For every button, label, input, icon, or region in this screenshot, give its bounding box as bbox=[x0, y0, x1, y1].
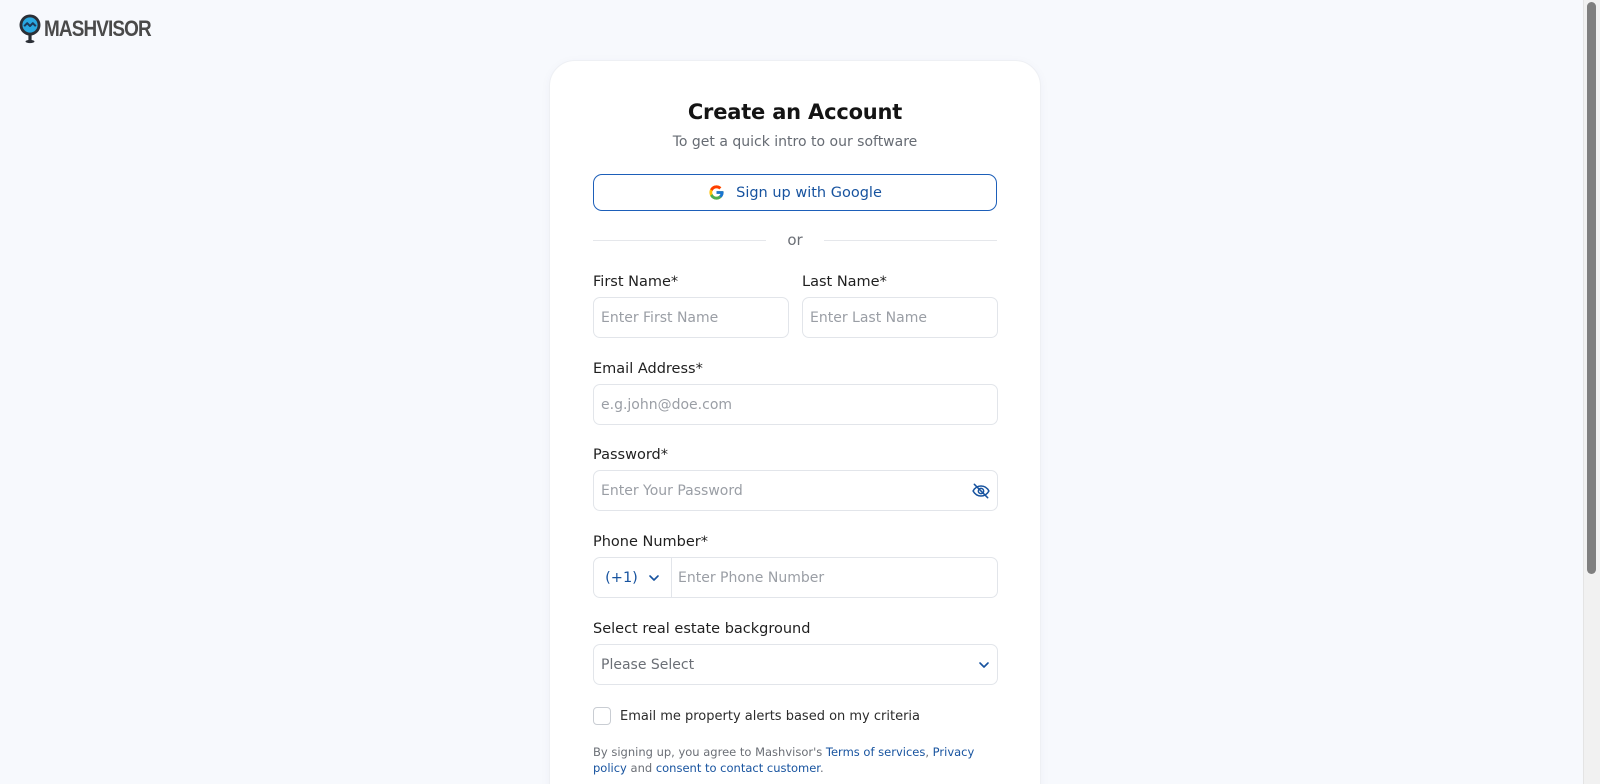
last-name-input[interactable] bbox=[803, 298, 997, 337]
background-label: Select real estate background bbox=[593, 621, 811, 637]
signup-card: Create an Account To get a quick intro t… bbox=[549, 60, 1041, 784]
phone-label: Phone Number* bbox=[593, 534, 709, 550]
password-input[interactable] bbox=[594, 471, 997, 510]
page-scrollbar[interactable] bbox=[1583, 0, 1600, 784]
country-code-value: (+1) bbox=[605, 569, 638, 586]
eye-off-icon[interactable] bbox=[971, 481, 991, 501]
chevron-down-icon bbox=[649, 574, 659, 581]
divider-text: or bbox=[787, 231, 803, 249]
signup-page: MASHVISOR Create an Account To get a qui… bbox=[0, 0, 1600, 784]
first-name-label: First Name* bbox=[593, 274, 679, 290]
background-select-value: Please Select bbox=[601, 656, 695, 673]
first-name-field bbox=[593, 297, 789, 338]
email-label: Email Address* bbox=[593, 361, 703, 377]
or-divider: or bbox=[593, 230, 998, 250]
divider-line-left bbox=[593, 239, 767, 241]
google-signup-button[interactable]: Sign up with Google bbox=[593, 174, 997, 211]
legal-text: By signing up, you agree to Mashvisor's … bbox=[593, 744, 997, 776]
alerts-checkbox-row: Email me property alerts based on my cri… bbox=[593, 707, 920, 725]
page-title: Create an Account bbox=[687, 100, 903, 124]
last-name-field bbox=[802, 297, 998, 338]
first-name-input[interactable] bbox=[594, 298, 788, 337]
email-input[interactable] bbox=[594, 385, 997, 424]
alerts-checkbox[interactable] bbox=[593, 707, 611, 725]
terms-link[interactable]: Terms of services bbox=[826, 745, 925, 759]
legal-period: . bbox=[819, 761, 824, 775]
background-select[interactable]: Please Select bbox=[593, 644, 998, 685]
legal-comma: , bbox=[925, 745, 930, 759]
phone-input[interactable] bbox=[671, 558, 997, 597]
mashvisor-logo-icon bbox=[19, 14, 41, 44]
legal-and: and bbox=[630, 761, 653, 775]
divider-line-right bbox=[823, 239, 998, 241]
phone-field: (+1) bbox=[593, 557, 998, 598]
scrollbar-thumb[interactable] bbox=[1587, 2, 1596, 574]
google-signup-label: Sign up with Google bbox=[736, 184, 882, 201]
logo-wordmark: MASHVISOR bbox=[44, 16, 152, 41]
country-code-select[interactable]: (+1) bbox=[594, 558, 672, 597]
logo[interactable]: MASHVISOR bbox=[19, 14, 168, 44]
email-field bbox=[593, 384, 998, 425]
phone-input-wrapper bbox=[671, 558, 997, 597]
consent-link[interactable]: consent to contact customer bbox=[656, 761, 820, 775]
legal-prefix: By signing up, you agree to Mashvisor's bbox=[593, 745, 823, 759]
password-field bbox=[593, 470, 998, 511]
page-subtitle: To get a quick intro to our software bbox=[672, 134, 918, 150]
password-label: Password* bbox=[593, 447, 668, 463]
chevron-down-icon bbox=[979, 661, 989, 668]
google-icon bbox=[709, 185, 724, 200]
alerts-checkbox-label[interactable]: Email me property alerts based on my cri… bbox=[620, 709, 920, 724]
last-name-label: Last Name* bbox=[802, 274, 887, 290]
